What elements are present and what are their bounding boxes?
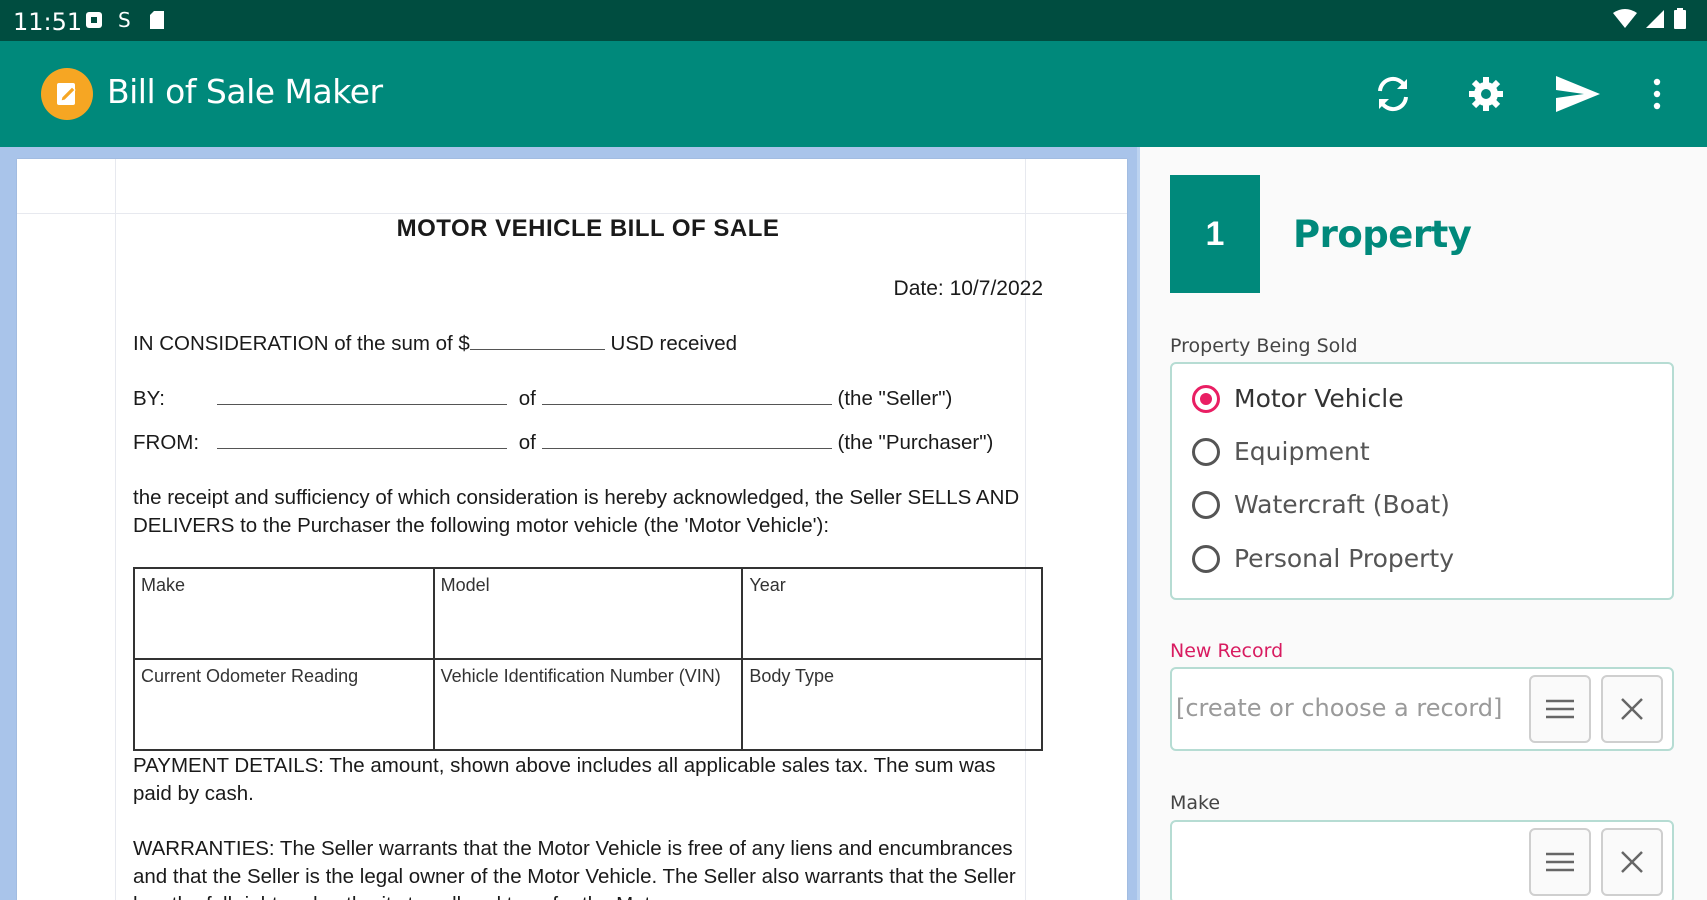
- overflow-menu-button[interactable]: [1632, 69, 1682, 119]
- payment-paragraph: PAYMENT DETAILS: The amount, shown above…: [133, 754, 996, 805]
- document-preview-pane[interactable]: MOTOR VEHICLE BILL OF SALE Date: 10/7/20…: [0, 147, 1137, 900]
- purchaser-line: FROM: of (the "Purchaser"): [133, 431, 1043, 455]
- notification-icon: [86, 12, 102, 28]
- consideration-prefix: IN CONSIDERATION of the sum of $: [133, 332, 470, 355]
- svg-text:S: S: [118, 9, 131, 31]
- radio-unselected-icon: [1192, 544, 1220, 573]
- gear-icon: [1469, 77, 1503, 111]
- choose-record-button[interactable]: [1529, 675, 1591, 743]
- warranties-paragraph: WARRANTIES: The Seller warrants that the…: [133, 837, 1016, 900]
- step-number-badge: 1: [1170, 175, 1260, 293]
- status-time: 11:51: [13, 8, 83, 36]
- document-heading: MOTOR VEHICLE BILL OF SALE: [396, 215, 780, 242]
- radio-unselected-icon: [1192, 437, 1220, 466]
- make-field: [1170, 820, 1674, 900]
- from-label: FROM:: [133, 431, 200, 454]
- table-row: Current Odometer Reading Vehicle Identif…: [133, 658, 1043, 751]
- seller-name-blank: [217, 390, 507, 405]
- seller-line: BY: of (the "Seller"): [133, 387, 1043, 411]
- purchaser-address-blank: [541, 434, 832, 449]
- radio-watercraft[interactable]: Watercraft (Boat): [1192, 490, 1450, 519]
- settings-button[interactable]: [1461, 69, 1511, 119]
- status-system-icons: [1613, 8, 1687, 30]
- radio-label: Watercraft (Boat): [1234, 490, 1450, 519]
- status-notification-icons: S: [85, 9, 165, 31]
- margin-guide: [115, 159, 116, 900]
- record-field-label: New Record: [1170, 640, 1284, 662]
- list-icon: [1546, 852, 1574, 872]
- table-cell: Year: [741, 567, 1043, 660]
- radio-label: Personal Property: [1234, 544, 1455, 573]
- property-radio-group: Motor Vehicle Equipment Watercraft (Boat…: [1170, 362, 1674, 600]
- close-icon: [1621, 851, 1643, 873]
- vehicle-details-table: Make Model Year Current Odometer Reading…: [133, 567, 1043, 751]
- by-label: BY:: [133, 387, 165, 410]
- purchaser-name-blank: [217, 434, 507, 449]
- radio-personal-property[interactable]: Personal Property: [1192, 544, 1454, 573]
- clear-record-button[interactable]: [1601, 675, 1663, 743]
- radio-motor-vehicle[interactable]: Motor Vehicle: [1192, 384, 1404, 413]
- of-label: of: [518, 387, 536, 410]
- sd-card-icon: [150, 11, 164, 29]
- radio-equipment[interactable]: Equipment: [1192, 437, 1370, 466]
- refresh-button[interactable]: [1368, 69, 1418, 119]
- step-title: Property: [1293, 213, 1472, 256]
- consideration-line: IN CONSIDERATION of the sum of $ USD rec…: [133, 332, 737, 356]
- record-field: [create or choose a record]: [1170, 667, 1674, 751]
- amount-blank: [469, 335, 605, 350]
- more-vert-icon: [1653, 78, 1661, 110]
- seller-label: (the "Seller"): [837, 387, 953, 410]
- table-cell: Make: [133, 567, 435, 660]
- receipt-paragraph: the receipt and sufficiency of which con…: [133, 486, 1020, 537]
- clear-make-button[interactable]: [1601, 828, 1663, 896]
- table-row: Make Model Year: [133, 567, 1043, 660]
- app-title: Bill of Sale Maker: [107, 72, 383, 111]
- margin-guide: [17, 213, 1127, 214]
- app-bar: Bill of Sale Maker: [0, 41, 1707, 147]
- form-pane: 1 Property Property Being Sold Motor Veh…: [1140, 147, 1707, 900]
- table-cell: Body Type: [741, 658, 1043, 751]
- status-bar: 11:51 S: [0, 0, 1707, 41]
- wifi-icon: [1613, 9, 1637, 28]
- document-date: Date: 10/7/2022: [893, 277, 1043, 300]
- table-cell: Vehicle Identification Number (VIN): [432, 658, 744, 751]
- consideration-suffix: USD received: [610, 332, 737, 355]
- make-field-label: Make: [1170, 792, 1221, 814]
- app-logo-icon: [41, 68, 93, 120]
- purchaser-label: (the "Purchaser"): [837, 431, 994, 454]
- record-input[interactable]: [create or choose a record]: [1176, 694, 1502, 722]
- choose-make-button[interactable]: [1529, 828, 1591, 896]
- table-cell: Model: [432, 567, 744, 660]
- radio-unselected-icon: [1192, 490, 1220, 519]
- signal-icon: [1646, 10, 1664, 28]
- radio-label: Equipment: [1234, 437, 1370, 466]
- battery-icon: [1674, 8, 1686, 29]
- seller-address-blank: [541, 390, 832, 405]
- refresh-icon: [1378, 76, 1408, 112]
- send-button[interactable]: [1553, 69, 1603, 119]
- property-field-label: Property Being Sold: [1170, 335, 1358, 357]
- radio-label: Motor Vehicle: [1234, 384, 1404, 413]
- list-icon: [1546, 699, 1574, 719]
- document-sheet: MOTOR VEHICLE BILL OF SALE Date: 10/7/20…: [17, 159, 1127, 900]
- table-cell: Current Odometer Reading: [133, 658, 435, 751]
- of-label: of: [518, 431, 536, 454]
- radio-selected-icon: [1192, 384, 1220, 413]
- close-icon: [1621, 698, 1643, 720]
- send-icon: [1556, 76, 1600, 112]
- sync-status-icon: S: [118, 9, 131, 31]
